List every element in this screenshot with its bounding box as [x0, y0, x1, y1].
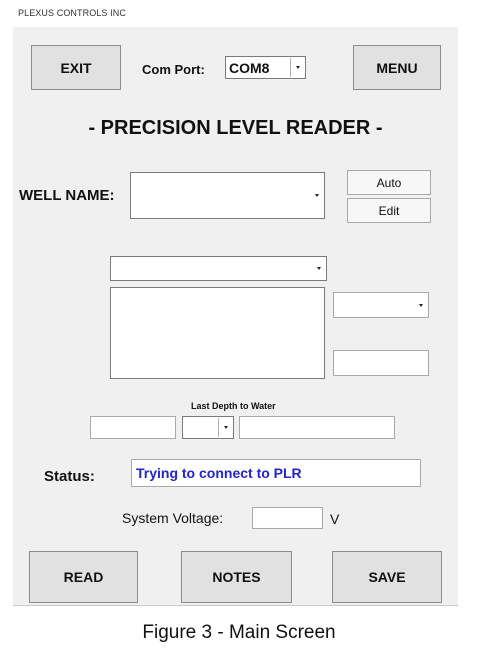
save-button[interactable]: SAVE: [332, 551, 442, 603]
last-depth-date-field[interactable]: [239, 416, 395, 439]
exit-button[interactable]: EXIT: [31, 45, 121, 90]
com-port-select[interactable]: COM8: [225, 56, 306, 79]
chevron-down-icon[interactable]: [414, 294, 427, 316]
well-name-label: WELL NAME:: [19, 187, 115, 204]
system-voltage-field[interactable]: [252, 507, 323, 529]
readings-list[interactable]: [110, 287, 325, 379]
status-label: Status:: [44, 468, 95, 485]
status-field: Trying to connect to PLR: [131, 459, 421, 487]
chevron-down-icon[interactable]: [310, 174, 323, 217]
units-dropdown[interactable]: [333, 292, 429, 318]
chevron-down-icon[interactable]: [290, 58, 304, 77]
page-title: - PRECISION LEVEL READER -: [88, 117, 383, 139]
last-depth-value-field[interactable]: [90, 416, 176, 439]
notes-button[interactable]: NOTES: [181, 551, 292, 603]
selection-dropdown[interactable]: [110, 256, 327, 281]
status-text: Trying to connect to PLR: [136, 465, 302, 481]
auto-button[interactable]: Auto: [347, 170, 431, 195]
read-button[interactable]: READ: [29, 551, 138, 603]
main-window: EXIT Com Port: COM8 MENU - PRECISION LEV…: [13, 27, 458, 606]
system-voltage-label: System Voltage:: [122, 510, 224, 526]
voltage-unit-label: V: [330, 511, 340, 527]
edit-button[interactable]: Edit: [347, 198, 431, 223]
company-name: PLEXUS CONTROLS INC: [18, 8, 126, 18]
value-field[interactable]: [333, 350, 429, 376]
chevron-down-icon[interactable]: [218, 418, 232, 437]
menu-button[interactable]: MENU: [353, 45, 441, 90]
com-port-value: COM8: [229, 59, 270, 76]
last-depth-unit-select[interactable]: [182, 416, 234, 439]
last-depth-label: Last Depth to Water: [191, 401, 276, 411]
com-port-label: Com Port:: [142, 62, 205, 77]
chevron-down-icon[interactable]: [312, 258, 325, 279]
figure-caption: Figure 3 - Main Screen: [142, 622, 336, 643]
well-name-select[interactable]: [130, 172, 325, 219]
